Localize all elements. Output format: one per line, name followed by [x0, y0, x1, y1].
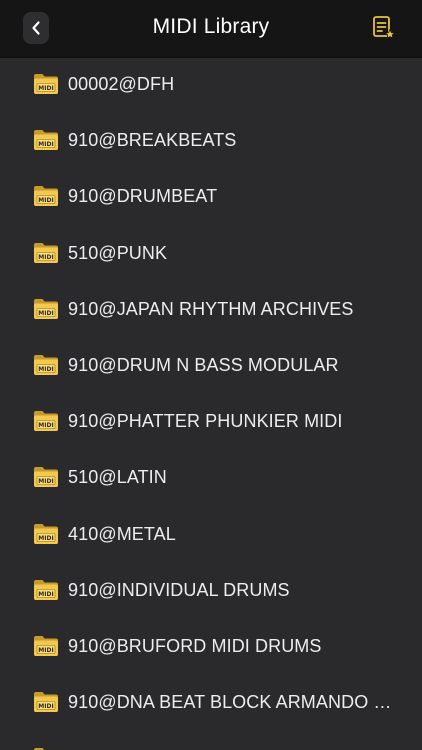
midi-folder-icon: MIDI	[33, 73, 59, 95]
folder-row[interactable]: MIDI 510@LATIN	[0, 450, 422, 506]
folder-name: 510@LATIN	[68, 467, 167, 488]
folder-name: 910@BREAKBEATS	[68, 130, 237, 151]
midi-badge-text: MIDI	[38, 366, 53, 373]
midi-badge-text: MIDI	[38, 141, 53, 148]
midi-folder-icon: MIDI	[33, 242, 59, 264]
folder-row[interactable]: MIDI 910@INDIVIDUAL DRUMS	[0, 563, 422, 619]
folder-row[interactable]: MIDI 410@METAL	[0, 507, 422, 563]
midi-badge-text: MIDI	[38, 197, 53, 204]
folder-name: 910@INDIVIDUAL DRUMS	[68, 579, 290, 600]
midi-folder-icon: MIDI	[33, 354, 59, 376]
folder-name: 910@PHATTER PHUNKIER MIDI	[68, 411, 343, 432]
midi-badge-text: MIDI	[38, 422, 53, 429]
midi-badge-text: MIDI	[38, 591, 53, 598]
midi-folder-icon: MIDI	[33, 129, 59, 151]
midi-folder-icon: MIDI	[33, 691, 59, 713]
midi-library-screen: MIDI Library MIDI 00002@DFH MIDI 910@BREAKB…	[0, 0, 422, 750]
folder-row[interactable]: MIDI 910@BRUFORD MIDI DRUMS	[0, 619, 422, 675]
midi-folder-icon: MIDI	[33, 298, 59, 320]
folder-name: 510@PUNK	[68, 242, 168, 263]
folder-name: 410@METAL	[68, 523, 176, 544]
folder-list: MIDI 00002@DFH MIDI 910@BREAKBEATS MIDI 910@D…	[0, 57, 422, 750]
midi-folder-icon: MIDI	[33, 579, 59, 601]
midi-folder-icon: MIDI	[33, 523, 59, 545]
midi-badge-text: MIDI	[38, 703, 53, 710]
folder-row[interactable]: MIDI 910@DRUM N BASS MODULAR	[0, 338, 422, 394]
page-title: MIDI Library	[152, 15, 270, 38]
folder-name: 910@DRUM N BASS MODULAR	[68, 354, 339, 375]
list-star-icon	[373, 16, 396, 39]
folder-name: 910@JAPAN RHYTHM ARCHIVES	[68, 298, 354, 319]
folder-row[interactable]: MIDI 910@BREAKBEATS	[0, 113, 422, 169]
folder-name: 00002@DFH	[68, 74, 175, 94]
midi-folder-icon: MIDI	[33, 466, 59, 488]
folder-row[interactable]: MIDI 910@PHATTER PHUNKIER MIDI	[0, 394, 422, 450]
folder-row[interactable]: MIDI 510@PUNK	[0, 226, 422, 282]
midi-badge-text: MIDI	[38, 254, 53, 261]
folder-row[interactable]: MIDI 910@JAPAN RHYTHM ARCHIVES	[0, 282, 422, 338]
midi-badge-text: MIDI	[38, 310, 53, 317]
folder-row[interactable]: MIDI 00002@DFH	[0, 57, 422, 113]
midi-badge-text: MIDI	[38, 647, 53, 654]
folder-row[interactable]: MIDI 910@DRUMBEAT	[0, 169, 422, 225]
midi-badge-text: MIDI	[38, 85, 53, 92]
midi-folder-icon: MIDI	[33, 185, 59, 207]
folder-name: 910@DNA BEAT BLOCK ARMANDO B...	[68, 692, 398, 713]
folder-row[interactable]: MIDI 910@DNA BEAT BLOCK ARMANDO B...	[0, 675, 422, 731]
midi-folder-icon: MIDI	[33, 410, 59, 432]
midi-badge-text: MIDI	[38, 535, 53, 542]
favorites-button[interactable]	[370, 13, 398, 43]
folder-name: 910@DRUMBEAT	[68, 186, 218, 207]
folder-name: 910@BRUFORD MIDI DRUMS	[68, 635, 322, 656]
nav-header: MIDI Library	[0, 0, 422, 58]
midi-folder-icon: MIDI	[33, 635, 59, 657]
midi-badge-text: MIDI	[38, 478, 53, 485]
folder-row[interactable]: MIDI	[0, 731, 422, 750]
